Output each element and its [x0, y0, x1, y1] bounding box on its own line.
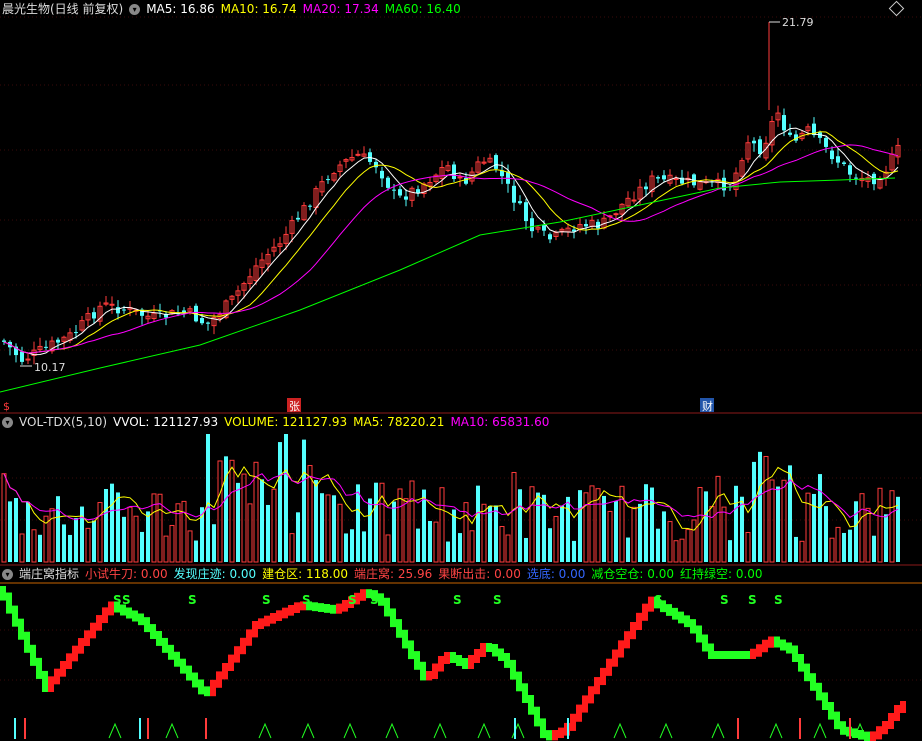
volume-title[interactable]: VOL-TDX(5,10)	[19, 414, 107, 430]
s-signal-marker: S	[774, 593, 783, 607]
s-signal-marker: S	[453, 593, 462, 607]
event-marker-left: $	[3, 400, 10, 413]
s-signal-marker: S	[302, 593, 311, 607]
indicator-value-1: 小试牛刀: 0.00	[85, 567, 168, 581]
stock-title[interactable]: 晨光生物(日线 前复权)	[0, 1, 123, 17]
low-price-label: 10.17	[34, 361, 66, 374]
indicator-value-8: 红持绿空: 0.00	[679, 567, 763, 581]
candles	[2, 105, 901, 365]
high-price-label: 21.79	[782, 16, 814, 29]
event-marker-zhang[interactable]: 张	[289, 400, 300, 413]
ma-lines	[0, 127, 899, 393]
s-signal-marker: S	[493, 593, 502, 607]
indicator-settings-icon[interactable]: ▾	[2, 568, 13, 580]
indicator-title[interactable]: 端庄窝指标	[19, 566, 79, 582]
volume-bars	[1, 434, 900, 563]
volume-value: VOLUME: 121127.93	[224, 415, 348, 429]
ma60-value: MA60: 16.40	[384, 2, 461, 16]
indicator-value-7: 减仓空仓: 0.00	[591, 567, 674, 581]
ma10-value: MA10: 16.74	[220, 2, 297, 16]
indicator-value-6: 选底: 0.00	[526, 567, 586, 581]
main-header: 晨光生物(日线 前复权) ▾ MA5: 16.86 MA10: 16.74 MA…	[0, 1, 461, 17]
settings-icon[interactable]: ▾	[129, 3, 141, 15]
s-signal-marker: S	[370, 593, 379, 607]
s-signal-marker: S	[122, 593, 131, 607]
indicator-value-2: 发现庄迹: 0.00	[173, 567, 257, 581]
s-signal-marker: S	[113, 593, 122, 607]
annotations: 21.79 10.17 张 财 $	[3, 16, 814, 413]
volume-settings-icon[interactable]: ▾	[2, 416, 13, 428]
vol-ma10-value: MA10: 65831.60	[450, 415, 550, 429]
vvol-value: VVOL: 121127.93	[113, 415, 219, 429]
s-signal-marker: S	[188, 593, 197, 607]
s-signal-marker: S	[262, 593, 271, 607]
volume-header: ▾ VOL-TDX(5,10) VVOL: 121127.93 VOLUME: …	[0, 414, 549, 430]
indicator-steps: SSSSSSSSSSSSS	[0, 586, 906, 741]
indicator-value-5: 果断出击: 0.00	[438, 567, 521, 581]
chart-canvas[interactable]: SSSSSSSSSSSSS 21.79 10.17 张 财 $	[0, 0, 922, 741]
indicator-value-4: 端庄窝: 25.96	[354, 567, 433, 581]
event-marker-cai[interactable]: 财	[702, 399, 713, 413]
s-signal-marker: S	[748, 593, 757, 607]
s-signal-marker: S	[654, 593, 663, 607]
s-signal-marker: S	[348, 593, 357, 607]
indicator-value-3: 建仓区: 118.00	[262, 567, 349, 581]
s-signal-marker: S	[720, 593, 729, 607]
ma20-value: MA20: 17.34	[302, 2, 379, 16]
ma5-value: MA5: 16.86	[146, 2, 215, 16]
vol-ma5-value: MA5: 78220.21	[353, 415, 445, 429]
indicator-header: ▾ 端庄窝指标 小试牛刀: 0.00 发现庄迹: 0.00 建仓区: 118.0…	[0, 566, 763, 582]
